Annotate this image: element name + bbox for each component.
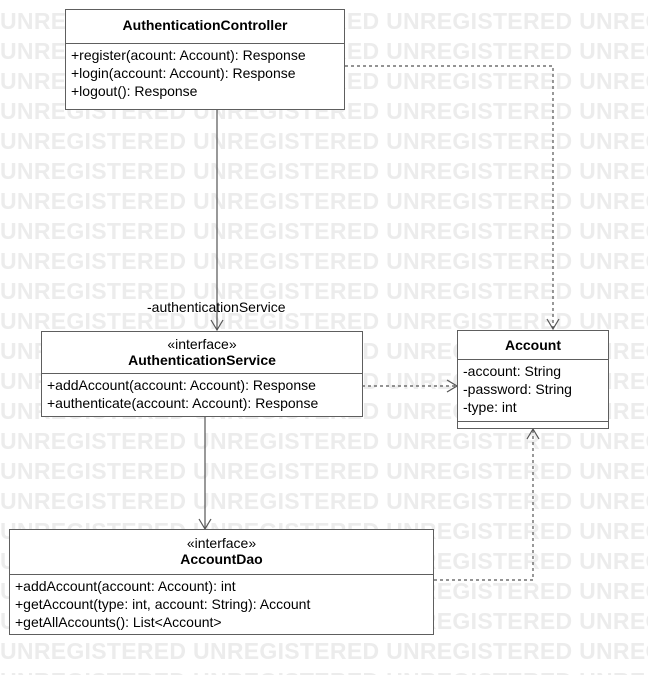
class-name: AuthenticationService xyxy=(128,352,276,368)
stereotype-label: «interface» xyxy=(167,336,237,352)
attributes-compartment: -account: String -password: String -type… xyxy=(458,360,608,421)
operations-compartment: +register(acount: Account): Response +lo… xyxy=(66,44,344,100)
class-account[interactable]: Account -account: String -password: Stri… xyxy=(457,330,609,429)
operations-compartment: +addAccount(account: Account): int +getA… xyxy=(10,575,433,631)
operation-item: +authenticate(account: Account): Respons… xyxy=(47,395,319,411)
class-header: AuthenticationController xyxy=(66,10,344,44)
dependency-line-dao-account xyxy=(434,429,534,581)
attribute-item: -password: String xyxy=(463,381,572,397)
operation-item: +getAllAccounts(): List<Account> xyxy=(15,614,222,630)
operation-item: +addAccount(account: Account): int xyxy=(15,578,236,594)
attribute-item: -account: String xyxy=(463,363,562,379)
class-account-dao[interactable]: «interface» AccountDao +addAccount(accou… xyxy=(9,529,434,635)
class-header: Account xyxy=(458,331,608,360)
class-name: Account xyxy=(505,337,561,353)
association-role-label: -authenticationService xyxy=(147,299,286,315)
class-name: AuthenticationController xyxy=(122,17,288,33)
operations-compartment-empty xyxy=(458,421,608,422)
operation-item: +register(acount: Account): Response xyxy=(71,47,306,63)
operation-item: +getAccount(type: int, account: String):… xyxy=(15,596,311,612)
operation-item: +logout(): Response xyxy=(71,83,198,99)
class-authentication-controller[interactable]: AuthenticationController +register(acoun… xyxy=(65,9,345,110)
attribute-item: -type: int xyxy=(463,399,517,415)
class-authentication-service[interactable]: «interface» AuthenticationService +addAc… xyxy=(41,331,363,417)
dependency-line-controller-account xyxy=(345,65,554,329)
operation-item: +login(account: Account): Response xyxy=(71,65,296,81)
class-header: «interface» AuthenticationService xyxy=(42,332,362,374)
stereotype-label: «interface» xyxy=(186,535,257,551)
class-header: «interface» AccountDao xyxy=(10,530,433,575)
operation-item: +addAccount(account: Account): Response xyxy=(47,377,316,393)
class-name: AccountDao xyxy=(180,551,263,567)
operations-compartment: +addAccount(account: Account): Response … xyxy=(42,374,362,412)
